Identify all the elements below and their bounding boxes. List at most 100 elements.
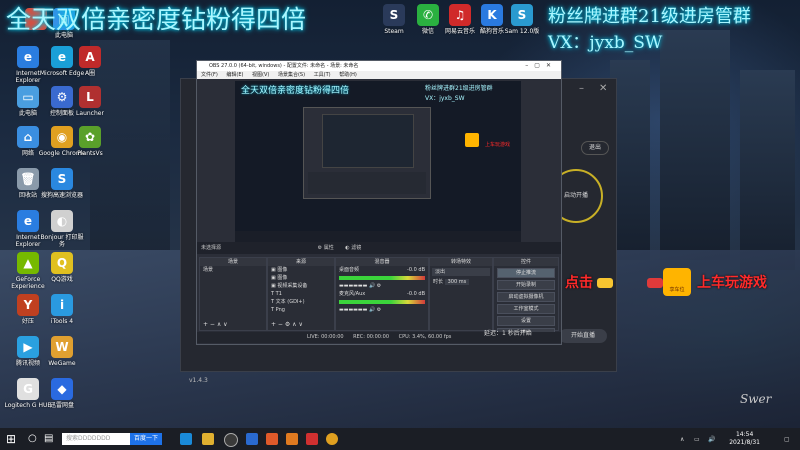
chrome-taskbar-icon[interactable] (326, 433, 338, 445)
shortcut-icon: S (383, 4, 405, 26)
notification-icon[interactable]: ▢ (784, 436, 790, 443)
explorer-taskbar-icon[interactable] (202, 433, 214, 445)
desktop-shortcut[interactable]: A A圈 (66, 46, 114, 77)
filters-button[interactable]: 滤镜 (351, 245, 361, 251)
banner-main: 全天双倍亲密度钻粉得四倍 (6, 5, 307, 34)
network-icon[interactable]: ▭ (694, 436, 700, 443)
mixer-dock-title: 混音器 (336, 258, 428, 266)
windows-start-icon[interactable]: ⊞ (6, 432, 16, 446)
source-item[interactable]: T Png (268, 306, 334, 314)
transitions-dock-title: 转场特效 (430, 258, 492, 266)
shortcut-label: WeGame (48, 360, 76, 367)
task-view-icon[interactable]: ▤ (44, 433, 53, 444)
exit-button[interactable]: 退出 (581, 141, 609, 155)
window-controls-icon[interactable]: –▢✕ (525, 61, 557, 71)
mixer-dock: 混音器 桌面音频 -0.0 dB ▬▬▬▬▬▬ 🔊 ⚙ 麦克风/Aux -0.0… (335, 257, 429, 331)
shortcut-icon: ▭ (17, 86, 39, 108)
app-taskbar-icon[interactable] (286, 433, 298, 445)
start-broadcast-button[interactable]: 开始直播 (559, 329, 607, 343)
desktop-shortcut[interactable]: ◆ 迅雷网盘 (38, 378, 86, 409)
desktop-shortcut[interactable]: Q QQ游戏 (38, 252, 86, 283)
version-label: v1.4.3 (189, 377, 208, 384)
minimize-icon[interactable]: – (579, 83, 584, 94)
menu-help[interactable]: 帮助(H) (339, 72, 357, 78)
mixer-track: 麦克风/Aux -0.0 dB (336, 290, 428, 298)
volume-slider-row[interactable]: ▬▬▬▬▬▬ 🔊 ⚙ (336, 282, 428, 290)
close-icon[interactable]: ✕ (599, 83, 607, 94)
obs-source-toolbar: 未选择源 ⚙ 属性 ◐ 滤镜 (197, 242, 561, 254)
live-status: LIVE: 00:00:00 (307, 334, 344, 340)
menu-scene-collection[interactable]: 场景集合(S) (278, 72, 305, 78)
scene-item[interactable]: 场景 (200, 266, 266, 274)
gear-icon[interactable]: ⚙ (377, 307, 381, 313)
shortcut-label: Sam 12.0版 (504, 28, 540, 35)
car-icon (647, 278, 663, 288)
source-item[interactable]: T T1 (268, 290, 334, 298)
desktop-shortcut[interactable]: S 搜狗高速浏览器 (38, 168, 86, 199)
stop-streaming-button[interactable]: 停止推流 (497, 268, 555, 278)
menu-file[interactable]: 文件(F) (201, 72, 218, 78)
transition-duration[interactable]: 时长 300 ms (430, 278, 492, 286)
filter-icon[interactable]: ◐ (345, 245, 349, 251)
obs-window[interactable]: OBS 27.0.0 (64-bit, windows) - 配置文件: 未命名… (196, 60, 562, 345)
shortcut-label: 搜狗高速浏览器 (40, 192, 83, 199)
promo-suffix: 上车玩游戏 (697, 275, 767, 291)
virtual-camera-button[interactable]: 启动虚拟摄像机 (497, 292, 555, 302)
menu-tools[interactable]: 工具(T) (314, 72, 331, 78)
desktop-shortcut[interactable]: i iTools 4 (38, 294, 86, 325)
transition-type-select[interactable]: 淡出 (432, 268, 490, 276)
source-add-remove-icons[interactable]: + − ⚙ ∧ ∨ (271, 321, 303, 328)
desktop-shortcut[interactable]: ✿ PlantsVs (66, 126, 114, 157)
app-taskbar-icon[interactable] (246, 433, 258, 445)
obs-menubar: 文件(F) 编辑(E) 视图(V) 场景集合(S) 工具(T) 帮助(H) (197, 71, 561, 79)
speaker-icon[interactable]: 🔊 (369, 283, 375, 289)
controls-dock-title: 控件 (494, 258, 558, 266)
scene-add-remove-icons[interactable]: + − ∧ ∨ (203, 321, 228, 328)
desktop-shortcut[interactable]: L Launcher (66, 86, 114, 117)
volume-slider-row[interactable]: ▬▬▬▬▬▬ 🔊 ⚙ (336, 306, 428, 314)
source-item[interactable]: T 文本 (GDI+) (268, 298, 334, 306)
preview-banner-main: 全天双倍亲密度钻粉得四倍 (241, 86, 350, 96)
menu-view[interactable]: 视图(V) (252, 72, 269, 78)
taskbar: ⊞ ○ ▤ 搜索DDDDDDD 百度一下 ∧ ▭ 🔊 14:54 2021/8/… (0, 428, 800, 450)
preview-taskbar (235, 231, 521, 242)
source-item[interactable]: ▣ 图像 (268, 274, 334, 282)
speaker-icon[interactable]: 🔊 (369, 307, 375, 313)
studio-mode-button[interactable]: 工作室模式 (497, 304, 555, 314)
coupon-icon[interactable]: 享车位 (663, 268, 691, 296)
settings-button[interactable]: 设置 (497, 316, 555, 326)
desktop-shortcut[interactable]: W WeGame (38, 336, 86, 367)
source-item[interactable]: ▣ 图像 (268, 266, 334, 274)
source-item-label: 图像 (277, 275, 288, 281)
transitions-dock: 转场特效 淡出 时长 300 ms (429, 257, 493, 331)
preview-nested-docks (308, 172, 426, 194)
edge-taskbar-icon[interactable] (180, 433, 192, 445)
search-button[interactable]: 百度一下 (130, 433, 162, 445)
signature-watermark: Swer (740, 392, 772, 406)
start-recording-button[interactable]: 开始录制 (497, 280, 555, 290)
obs-taskbar-icon[interactable] (224, 433, 238, 447)
shortcut-label: A圈 (84, 70, 96, 77)
properties-button[interactable]: 属性 (324, 245, 334, 251)
clock[interactable]: 14:54 2021/8/31 (729, 431, 760, 447)
tray-arrow-icon[interactable]: ∧ (680, 436, 684, 443)
volume-icon[interactable]: 🔊 (708, 436, 715, 443)
app-taskbar-icon[interactable] (306, 433, 318, 445)
scenes-dock-title: 场景 (200, 258, 266, 266)
app-taskbar-icon[interactable] (266, 433, 278, 445)
search-icon[interactable]: ○ (28, 433, 37, 444)
controls-dock: 控件 停止推流 开始录制 启动虚拟摄像机 工作室模式 设置 退出 (493, 257, 559, 338)
menu-edit[interactable]: 编辑(E) (226, 72, 243, 78)
desktop-shortcut[interactable]: ◐ Bonjour 打印服务 (38, 210, 86, 248)
source-item[interactable]: ▣ 视频采集设备 (268, 282, 334, 290)
gear-icon[interactable]: ⚙ (318, 245, 322, 251)
no-source-selected-label: 未选择源 (201, 245, 222, 251)
delay-status: 延迟：1 秒后开始 (484, 330, 532, 337)
gear-icon[interactable]: ⚙ (377, 283, 381, 289)
obs-titlebar[interactable]: OBS 27.0.0 (64-bit, windows) - 配置文件: 未命名… (197, 61, 561, 71)
search-input[interactable]: 搜索DDDDDDD (62, 433, 130, 445)
audio-meter (339, 276, 425, 280)
desktop-shortcut[interactable]: S Sam 12.0版 (498, 4, 546, 35)
obs-preview[interactable]: 全天双倍亲密度钻粉得四倍 粉丝牌进群21级进房管群 VX：jyxb_SW 上车玩… (235, 81, 521, 242)
duration-value[interactable]: 300 ms (444, 279, 470, 285)
